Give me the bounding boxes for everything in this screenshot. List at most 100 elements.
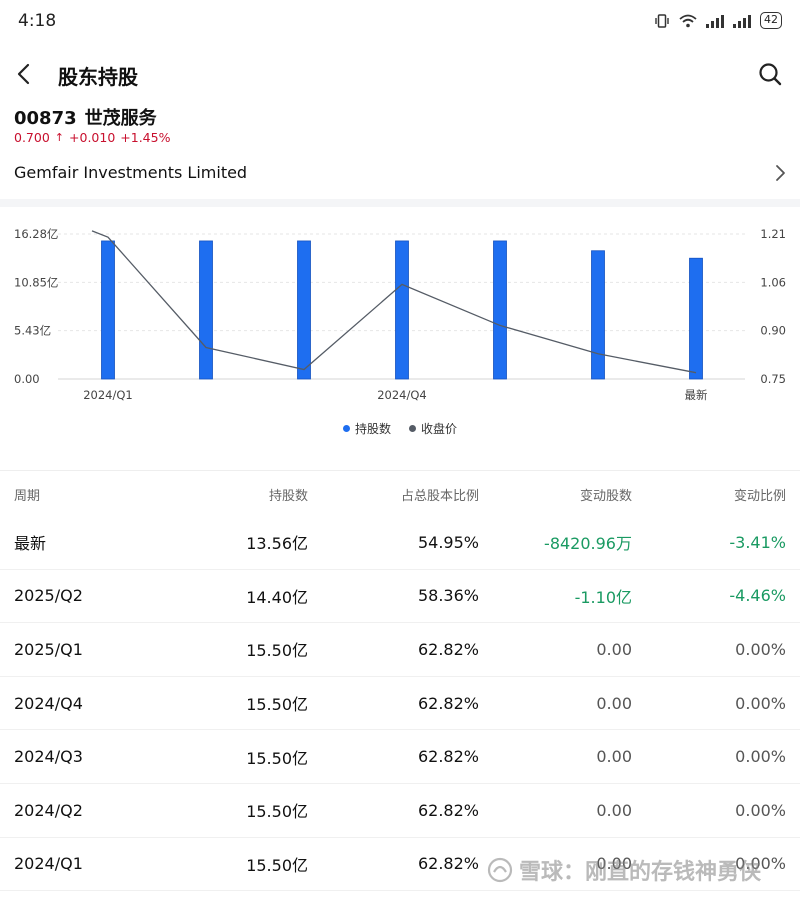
status-bar: 4:18 42 — [0, 0, 800, 44]
row-period: 2024/Q3 — [14, 747, 83, 767]
bar-mark — [395, 240, 409, 380]
table-row[interactable]: 2024/Q1 15.50亿 62.82% 0.00 0.00% — [0, 838, 800, 892]
row-period: 2024/Q1 — [14, 854, 83, 874]
legend-item-shares: 持股数 — [342, 420, 391, 437]
status-icons: 42 — [654, 12, 782, 29]
page-title: 股东持股 — [58, 65, 138, 89]
table-row[interactable]: 2024/Q3 15.50亿 62.82% 0.00 0.00% — [0, 730, 800, 784]
header-change-shares: 变动股数 — [579, 488, 632, 504]
y-right-tick-label: 1.06 — [760, 275, 786, 289]
y-left-tick-label: 10.85亿 — [14, 275, 58, 289]
bar-mark — [689, 257, 703, 380]
row-shares: 13.56亿 — [246, 534, 308, 554]
table-row[interactable]: 2025/Q1 15.50亿 62.82% 0.00 0.00% — [0, 623, 800, 677]
row-ratio: 58.36% — [417, 586, 479, 606]
row-ratio: 62.82% — [417, 747, 479, 767]
stock-price: 0.700 — [14, 130, 50, 145]
holdings-table: 周期 持股数 占总股本比例 变动股数 变动比例 最新 13.56亿 54.95% -8… — [0, 472, 800, 892]
wifi-icon — [679, 14, 697, 27]
row-change-shares: -8420.96万 — [544, 534, 632, 554]
legend-item-price: 收盘价 — [409, 420, 457, 437]
divider — [0, 470, 800, 471]
y-left-tick-label: 16.28亿 — [14, 227, 58, 241]
holdings-chart: 0.00 5.43亿 10.85亿 16.28亿 0.75 0.90 1.06 1.21 202… — [14, 227, 786, 402]
row-change-shares: 0.00 — [596, 800, 632, 820]
table-row[interactable]: 2024/Q2 15.50亿 62.82% 0.00 0.00% — [0, 784, 800, 838]
row-period: 2025/Q1 — [14, 639, 83, 659]
y-left-tick-label: 0.00 — [14, 372, 40, 386]
row-ratio: 62.82% — [417, 854, 479, 874]
stock-change-pct: +1.45% — [120, 130, 171, 145]
y-right-tick-label: 1.21 — [760, 227, 786, 241]
table-header: 周期 持股数 占总股本比例 变动股数 变动比例 — [0, 472, 800, 516]
header-period: 周期 — [14, 488, 41, 504]
bar-mark — [199, 240, 213, 380]
back-button[interactable] — [8, 58, 40, 90]
x-tick-label: 2024/Q4 — [377, 388, 427, 402]
row-shares: 15.50亿 — [246, 802, 308, 822]
price-row: 0.700 ↑ +0.010 +1.45% — [14, 130, 170, 145]
header-ratio: 占总股本比例 — [400, 488, 479, 504]
table-body: 最新 13.56亿 54.95% -8420.96万 -3.41% 2025/Q2 14.4… — [0, 516, 800, 892]
header-shares: 持股数 — [268, 488, 308, 504]
y-left-tick-label: 5.43亿 — [14, 324, 51, 338]
table-row[interactable]: 2024/Q4 15.50亿 62.82% 0.00 0.00% — [0, 677, 800, 731]
row-ratio: 62.82% — [417, 639, 479, 659]
stock-name: 世茂服务 — [84, 108, 157, 129]
row-change-shares: 0.00 — [596, 693, 632, 713]
arrow-up-icon: ↑ — [54, 131, 65, 144]
row-ratio: 54.95% — [417, 532, 479, 552]
holder-name: Gemfair Investments Limited — [14, 163, 248, 182]
legend-dot-shares — [342, 425, 350, 432]
row-change-ratio: 0.00% — [735, 693, 786, 713]
bar-mark — [591, 250, 605, 380]
legend-label-price: 收盘价 — [421, 422, 458, 436]
row-change-ratio: 0.00% — [735, 800, 786, 820]
search-icon — [759, 63, 782, 86]
x-tick-label: 2024/Q1 — [83, 388, 133, 402]
signal-icon — [706, 14, 724, 28]
row-period: 2024/Q2 — [14, 800, 83, 820]
bar-mark — [493, 240, 507, 380]
bar-mark — [297, 240, 311, 380]
chart-legend: 持股数 收盘价 — [0, 420, 800, 437]
row-change-shares: -1.10亿 — [574, 587, 632, 607]
stock-change: +0.010 — [69, 130, 116, 145]
row-change-shares: 0.00 — [596, 854, 632, 874]
battery-icon: 42 — [760, 12, 782, 29]
section-divider — [0, 199, 800, 207]
row-shares: 15.50亿 — [246, 641, 308, 661]
row-change-ratio: 0.00% — [735, 639, 786, 659]
stock-title: 00873 世茂服务 — [14, 104, 157, 130]
search-button[interactable] — [754, 58, 786, 90]
x-tick-label: 最新 — [685, 388, 708, 402]
chevron-right-icon — [776, 165, 785, 181]
row-shares: 15.50亿 — [246, 695, 308, 715]
bar-mark — [101, 240, 115, 380]
signal-icon-2 — [733, 14, 751, 28]
row-shares: 15.50亿 — [246, 748, 308, 768]
table-row[interactable]: 最新 13.56亿 54.95% -8420.96万 -3.41% — [0, 516, 800, 570]
table-row[interactable]: 2025/Q2 14.40亿 58.36% -1.10亿 -4.46% — [0, 570, 800, 624]
status-time: 4:18 — [18, 11, 57, 31]
holder-selector[interactable]: Gemfair Investments Limited — [0, 152, 800, 194]
row-period: 2025/Q2 — [14, 586, 83, 606]
row-ratio: 62.82% — [417, 800, 479, 820]
row-shares: 14.40亿 — [246, 587, 308, 607]
row-shares: 15.50亿 — [246, 855, 308, 875]
stock-code: 00873 — [14, 108, 77, 129]
row-period: 2024/Q4 — [14, 693, 83, 713]
row-period: 最新 — [14, 534, 47, 554]
header-change-ratio: 变动比例 — [733, 488, 786, 504]
nav-bar: 股东持股 — [0, 50, 800, 98]
row-change-ratio: 0.00% — [735, 747, 786, 767]
row-ratio: 62.82% — [417, 693, 479, 713]
vibrate-icon — [655, 13, 669, 28]
price-line — [91, 230, 697, 374]
row-change-ratio: 0.00% — [735, 854, 786, 874]
row-change-ratio: -4.46% — [729, 586, 786, 606]
legend-label-shares: 持股数 — [354, 422, 391, 436]
y-right-tick-label: 0.75 — [760, 372, 786, 386]
y-right-tick-label: 0.90 — [760, 324, 786, 338]
row-change-shares: 0.00 — [596, 747, 632, 767]
